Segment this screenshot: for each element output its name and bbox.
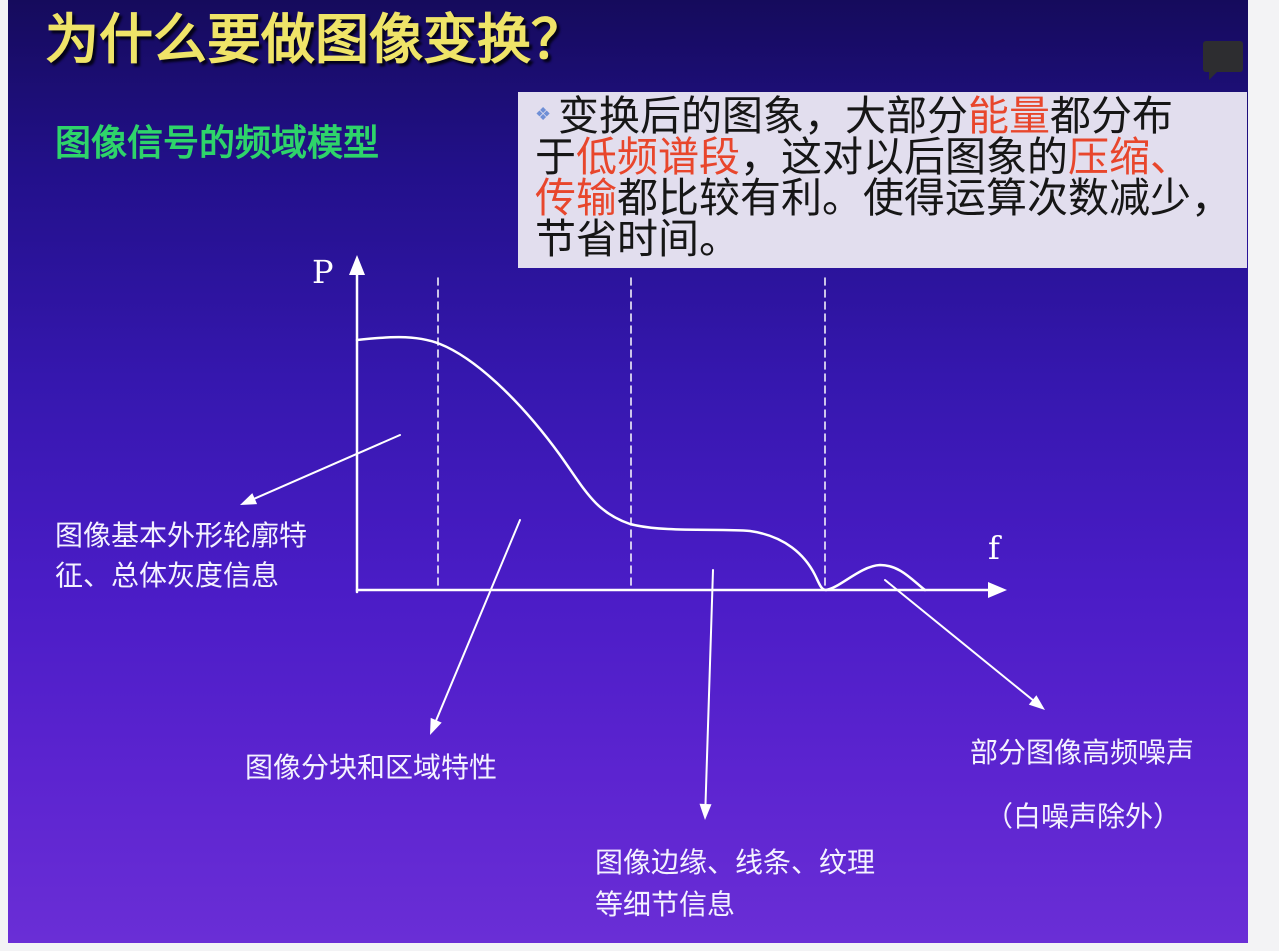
callout-text: 节省时间。 xyxy=(535,215,740,263)
bullet-icon: ❖ xyxy=(535,104,552,125)
callout-line-1: ❖ 变换后的图象，大部分能量都分布 xyxy=(535,96,1247,137)
slide-subtitle: 图像信号的频域模型 xyxy=(55,123,380,164)
callout-line-4: 节省时间。 xyxy=(535,219,1247,260)
y-axis-label: P xyxy=(312,253,334,291)
annotation-line: 征、总体灰度信息 xyxy=(55,559,280,592)
annotation-line: 等细节信息 xyxy=(595,888,736,921)
x-axis-label: f xyxy=(988,529,1000,567)
annotation-line: 图像基本外形轮廓特 xyxy=(55,519,308,552)
annotation-line: 图像边缘、线条、纹理 xyxy=(595,846,876,879)
callout-line-3: 传输都比较有利。使得运算次数减少， xyxy=(535,178,1247,219)
slide-title: 为什么要做图像变换？ xyxy=(45,8,585,71)
noise-annotation-note: （白噪声除外） xyxy=(985,800,1182,833)
detail-annotation: 图像边缘、线条、纹理 等细节信息 xyxy=(595,842,875,926)
noise-annotation: 部分图像高频噪声 xyxy=(970,736,1195,769)
comment-icon[interactable] xyxy=(1200,38,1246,82)
callout-line-2: 于低频谱段，这对以后图象的压缩、 xyxy=(535,137,1247,178)
low-frequency-annotation: 图像基本外形轮廓特 征、总体灰度信息 xyxy=(55,516,307,596)
callout-box: ❖ 变换后的图象，大部分能量都分布 于低频谱段，这对以后图象的压缩、 传输都比较有… xyxy=(518,92,1247,268)
mid-frequency-annotation: 图像分块和区域特性 xyxy=(245,751,498,784)
